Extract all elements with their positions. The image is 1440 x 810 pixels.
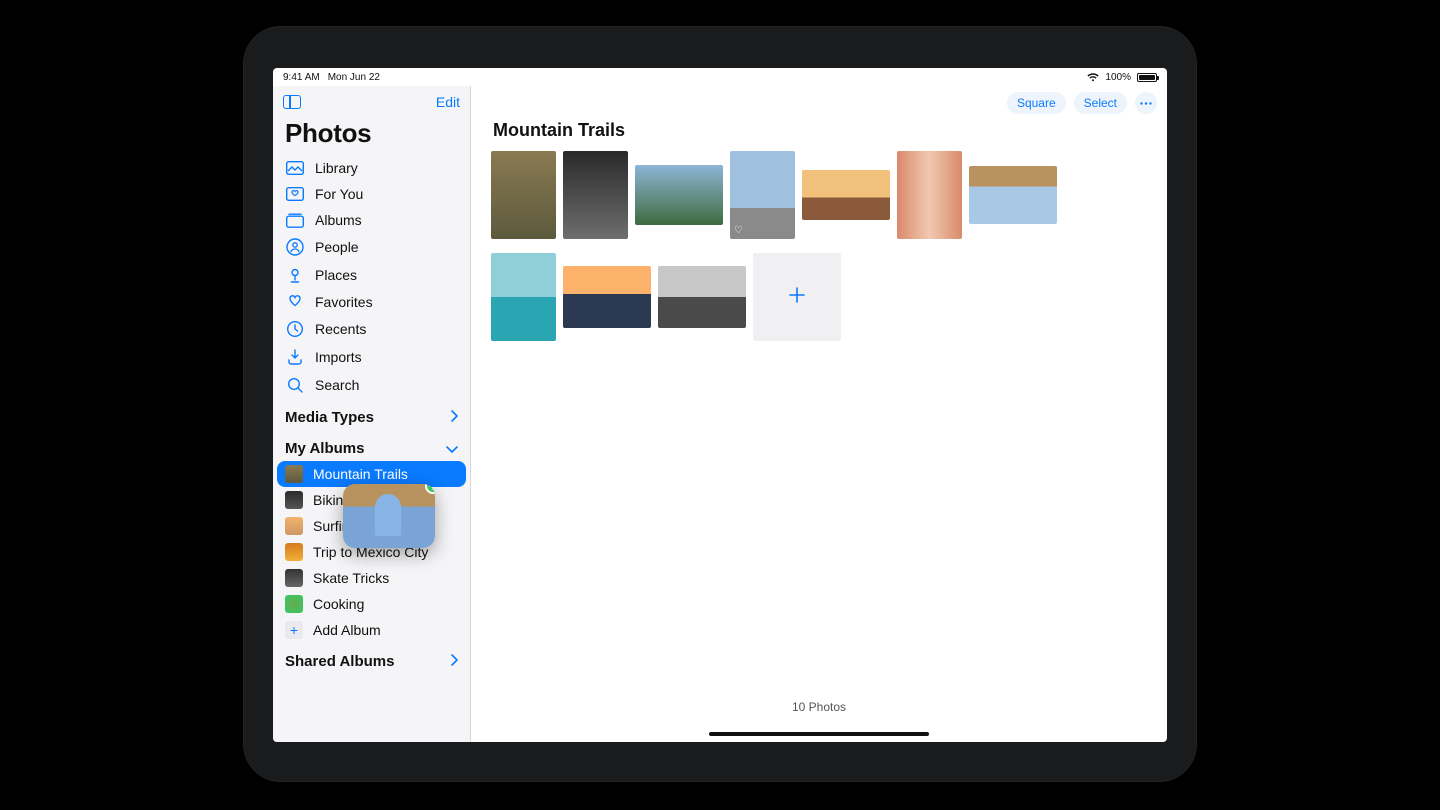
sidebar-item-label: Recents bbox=[315, 321, 366, 337]
plus-icon: + bbox=[285, 621, 303, 639]
edit-button[interactable]: Edit bbox=[436, 94, 460, 110]
drag-ghost-thumbnail[interactable] bbox=[343, 484, 435, 548]
status-bar: 9:41 AM Mon Jun 22 100% bbox=[273, 68, 1167, 86]
album-title: Mountain Trails bbox=[471, 118, 1167, 151]
photo-thumb[interactable] bbox=[635, 165, 723, 225]
section-media-types[interactable]: Media Types bbox=[273, 399, 470, 430]
sidebar: Edit Photos Library For You Albums bbox=[273, 86, 471, 742]
album-item-skate[interactable]: Skate Tricks bbox=[277, 565, 466, 591]
battery-percent: 100% bbox=[1105, 72, 1131, 83]
sidebar-item-albums[interactable]: Albums bbox=[277, 207, 466, 233]
battery-icon bbox=[1137, 73, 1157, 82]
section-shared-albums[interactable]: Shared Albums bbox=[273, 643, 470, 674]
square-button[interactable]: Square bbox=[1007, 92, 1066, 114]
album-thumb-icon bbox=[285, 491, 303, 509]
album-thumb-icon bbox=[285, 595, 303, 613]
section-label: Media Types bbox=[285, 409, 374, 426]
library-icon bbox=[285, 161, 305, 175]
album-item-label: Add Album bbox=[313, 622, 381, 638]
sidebar-item-favorites[interactable]: Favorites bbox=[277, 289, 466, 315]
places-icon bbox=[285, 266, 305, 284]
chevron-right-icon bbox=[450, 409, 458, 426]
chevron-right-icon bbox=[450, 653, 458, 670]
sidebar-item-label: For You bbox=[315, 186, 363, 202]
ipad-screen: 9:41 AM Mon Jun 22 100% Edit Photos bbox=[273, 68, 1167, 742]
album-item-label: Skate Tricks bbox=[313, 570, 389, 586]
sidebar-item-label: Imports bbox=[315, 349, 362, 365]
import-icon bbox=[285, 348, 305, 366]
album-thumb-icon bbox=[285, 569, 303, 587]
sidebar-toggle-icon[interactable] bbox=[283, 95, 301, 109]
sidebar-item-label: People bbox=[315, 239, 359, 255]
album-item-label: Cooking bbox=[313, 596, 364, 612]
select-button[interactable]: Select bbox=[1074, 92, 1127, 114]
people-icon bbox=[285, 238, 305, 256]
album-thumb-icon bbox=[285, 543, 303, 561]
photo-thumb[interactable] bbox=[658, 266, 746, 328]
add-album-button[interactable]: + Add Album bbox=[277, 617, 466, 643]
photo-thumb[interactable] bbox=[802, 170, 890, 220]
drag-add-badge bbox=[425, 484, 435, 494]
ellipsis-icon bbox=[1140, 102, 1152, 105]
main-panel: Square Select Mountain Trails ♡ bbox=[471, 86, 1167, 742]
sidebar-item-label: Albums bbox=[315, 212, 362, 228]
sidebar-item-people[interactable]: People bbox=[277, 233, 466, 261]
sidebar-item-library[interactable]: Library bbox=[277, 155, 466, 181]
search-icon bbox=[285, 376, 305, 394]
photo-thumb[interactable] bbox=[563, 151, 628, 239]
heart-icon bbox=[285, 294, 305, 310]
sidebar-item-search[interactable]: Search bbox=[277, 371, 466, 399]
album-item-label: Mountain Trails bbox=[313, 466, 408, 482]
ipad-frame: 9:41 AM Mon Jun 22 100% Edit Photos bbox=[243, 26, 1197, 782]
sidebar-item-label: Library bbox=[315, 160, 358, 176]
section-label: My Albums bbox=[285, 440, 364, 457]
album-thumb-icon bbox=[285, 465, 303, 483]
sidebar-item-places[interactable]: Places bbox=[277, 261, 466, 289]
section-my-albums[interactable]: My Albums bbox=[273, 430, 470, 461]
photo-thumb[interactable] bbox=[897, 151, 962, 239]
section-label: Shared Albums bbox=[285, 653, 394, 670]
status-time: 9:41 AM bbox=[283, 72, 320, 83]
plus-icon bbox=[787, 285, 807, 310]
album-thumb-icon bbox=[285, 517, 303, 535]
photo-grid: ♡ bbox=[471, 151, 1167, 341]
photo-thumb[interactable] bbox=[563, 266, 651, 328]
photo-thumb[interactable] bbox=[969, 166, 1057, 224]
albums-icon bbox=[285, 213, 305, 228]
photo-thumb[interactable]: ♡ bbox=[730, 151, 795, 239]
photo-thumb[interactable] bbox=[491, 151, 556, 239]
more-button[interactable] bbox=[1135, 92, 1157, 114]
sidebar-item-recents[interactable]: Recents bbox=[277, 315, 466, 343]
photo-thumb[interactable] bbox=[491, 253, 556, 341]
photo-count: 10 Photos bbox=[471, 700, 1167, 714]
status-date: Mon Jun 22 bbox=[328, 72, 380, 83]
wifi-icon bbox=[1087, 73, 1099, 82]
home-indicator[interactable] bbox=[709, 732, 929, 736]
sidebar-item-label: Search bbox=[315, 377, 359, 393]
clock-icon bbox=[285, 320, 305, 338]
album-item-cooking[interactable]: Cooking bbox=[277, 591, 466, 617]
sidebar-title: Photos bbox=[273, 116, 470, 155]
chevron-down-icon bbox=[446, 440, 458, 457]
sidebar-item-imports[interactable]: Imports bbox=[277, 343, 466, 371]
sidebar-item-label: Favorites bbox=[315, 294, 373, 310]
sidebar-item-label: Places bbox=[315, 267, 357, 283]
foryou-icon bbox=[285, 187, 305, 201]
add-photo-button[interactable] bbox=[753, 253, 841, 341]
sidebar-item-foryou[interactable]: For You bbox=[277, 181, 466, 207]
heart-icon: ♡ bbox=[734, 225, 743, 236]
